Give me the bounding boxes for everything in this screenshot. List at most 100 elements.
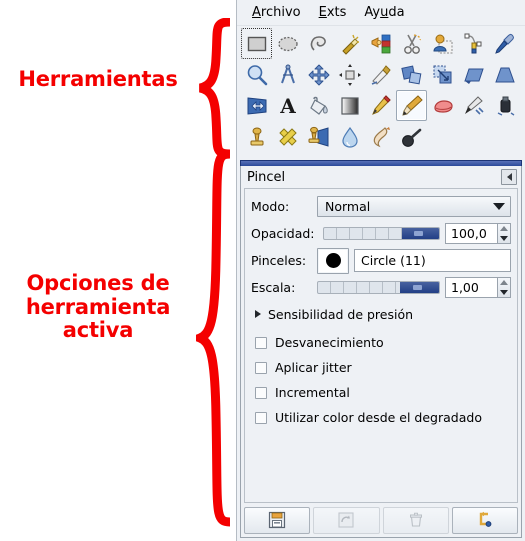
tool-measure[interactable] <box>272 59 303 90</box>
tool-rect-select[interactable] <box>241 28 272 59</box>
checkbox-desvanecimiento[interactable]: Desvanecimiento <box>251 330 511 355</box>
opacity-spinner[interactable]: 100,0 <box>445 223 511 244</box>
checkbox-box[interactable] <box>255 361 267 374</box>
tool-perspective[interactable] <box>489 59 520 90</box>
checkbox-label: Aplicar jitter <box>275 360 352 375</box>
brace-options <box>196 150 231 527</box>
tool-select-by-color[interactable] <box>365 28 396 59</box>
tool-eraser[interactable] <box>427 90 458 121</box>
checkbox-box[interactable] <box>255 336 267 349</box>
tool-fuzzy-select[interactable] <box>334 28 365 59</box>
tool-flip[interactable] <box>241 90 272 121</box>
tool-ellipse-select[interactable] <box>272 28 303 59</box>
checkbox-label: Utilizar color desde el degradado <box>275 410 482 425</box>
annotation-layer: Herramientas Opciones de herramienta act… <box>0 0 236 541</box>
tool-smudge[interactable] <box>365 121 396 152</box>
tool-scale[interactable] <box>427 59 458 90</box>
menubar: Archivo Exts Ayuda <box>237 0 525 26</box>
opacity-spin-buttons[interactable] <box>497 223 511 244</box>
restore-options-button[interactable] <box>313 506 380 534</box>
scale-row: Escala: 1,00 <box>251 275 511 300</box>
brush-name-field[interactable]: Circle (11) <box>354 249 511 272</box>
tool-rotate[interactable] <box>396 59 427 90</box>
delete-options-button[interactable] <box>382 506 449 534</box>
scale-spin-buttons[interactable] <box>497 277 511 298</box>
menu-ayuda[interactable]: Ayuda <box>355 3 413 22</box>
annotation-opciones-line3: activa <box>62 318 134 343</box>
dock-menu-button[interactable] <box>501 169 517 185</box>
save-options-button[interactable] <box>244 506 311 534</box>
dock-body: Pincel Modo: Normal Opacidad: 100,0 Pinc… <box>240 166 522 538</box>
tool-move[interactable] <box>303 59 334 90</box>
spin-up-icon[interactable] <box>500 226 508 232</box>
pressure-sensitivity-expander[interactable]: Sensibilidad de presión <box>255 303 511 325</box>
dock-title: Pincel <box>247 169 286 185</box>
spin-up-icon[interactable] <box>500 280 508 286</box>
reset-options-button[interactable] <box>451 506 518 534</box>
tool-row <box>241 59 522 90</box>
scale-slider[interactable] <box>317 281 440 294</box>
tool-options-buttonbar <box>241 503 521 537</box>
opacity-row: Opacidad: 100,0 <box>251 221 511 246</box>
svg-text:A: A <box>279 94 296 118</box>
tool-zoom[interactable] <box>241 59 272 90</box>
checkbox-incremental[interactable]: Incremental <box>251 380 511 405</box>
tool-bucket-fill[interactable] <box>303 90 334 121</box>
tool-paintbrush[interactable] <box>396 90 427 121</box>
checkbox-box[interactable] <box>255 411 267 424</box>
tool-foreground-select[interactable] <box>427 28 458 59</box>
tool-pencil[interactable] <box>365 90 396 121</box>
tool-ink[interactable] <box>489 90 520 121</box>
checkbox-color-degradado[interactable]: Utilizar color desde el degradado <box>251 405 511 430</box>
checkbox-aplicar-jitter[interactable]: Aplicar jitter <box>251 355 511 380</box>
tool-perspective-clone[interactable] <box>303 121 334 152</box>
menu-exts[interactable]: Exts <box>310 3 356 22</box>
tool-text[interactable]: A <box>272 90 303 121</box>
reset-arrow-icon <box>479 511 492 527</box>
tool-cell-empty <box>458 121 489 152</box>
chevron-down-icon <box>493 203 505 210</box>
tool-gradient[interactable] <box>334 90 365 121</box>
tool-color-picker[interactable] <box>489 28 520 59</box>
tool-paths[interactable] <box>458 28 489 59</box>
checkbox-label: Incremental <box>275 385 350 400</box>
mode-value: Normal <box>325 199 371 214</box>
tool-airbrush[interactable] <box>458 90 489 121</box>
tool-scissors-select[interactable] <box>396 28 427 59</box>
checkbox-box[interactable] <box>255 386 267 399</box>
brushes-row: Pinceles: Circle (11) <box>251 247 511 274</box>
tool-cell-empty <box>489 121 520 152</box>
gimp-toolbox-window: Archivo Exts Ayuda A Pincel Modo: Normal… <box>236 0 525 541</box>
annotation-opciones: Opciones de herramienta activa <box>0 271 196 343</box>
triangle-left-icon <box>506 173 512 181</box>
scale-value[interactable]: 1,00 <box>445 277 497 298</box>
triangle-right-icon <box>255 310 261 318</box>
scale-spinner[interactable]: 1,00 <box>445 277 511 298</box>
slider-handle[interactable] <box>413 285 423 290</box>
tool-grid: A <box>237 26 525 156</box>
brush-preview-button[interactable] <box>317 247 349 274</box>
tool-cell-empty <box>427 121 458 152</box>
spin-down-icon[interactable] <box>500 289 508 295</box>
slider-handle[interactable] <box>413 231 423 236</box>
tool-dodge-burn[interactable] <box>396 121 427 152</box>
brushes-label: Pinceles: <box>251 253 307 268</box>
tool-row <box>241 121 522 152</box>
tool-blur-sharpen[interactable] <box>334 121 365 152</box>
tool-heal[interactable] <box>272 121 303 152</box>
mode-combobox[interactable]: Normal <box>317 196 511 217</box>
opacity-value[interactable]: 100,0 <box>445 223 497 244</box>
menu-archivo[interactable]: Archivo <box>243 3 310 22</box>
restore-icon <box>338 512 354 528</box>
tool-free-select[interactable] <box>303 28 334 59</box>
opacity-slider[interactable] <box>323 227 440 240</box>
tool-shear[interactable] <box>458 59 489 90</box>
dock-header: Pincel <box>241 166 521 188</box>
tool-align[interactable] <box>334 59 365 90</box>
brace-tools <box>198 18 231 158</box>
tool-crop[interactable] <box>365 59 396 90</box>
tool-clone[interactable] <box>241 121 272 152</box>
spin-down-icon[interactable] <box>500 235 508 241</box>
floppy-disk-icon <box>269 511 286 529</box>
mode-row: Modo: Normal <box>251 194 511 219</box>
